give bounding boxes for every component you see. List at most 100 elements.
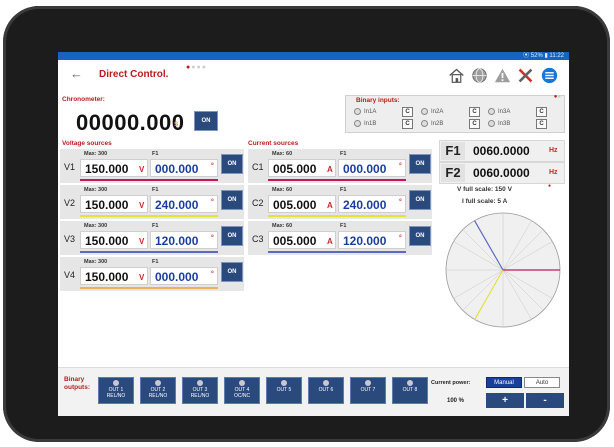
frequency-value: 0060.0000 [473, 166, 530, 180]
binary-input-name: In1B [364, 120, 377, 127]
binary-inputs-panel: Binary inputs: ●● In1A C In2A C In3A C In1B C In… [345, 94, 565, 133]
source-on-button[interactable]: ON [409, 226, 431, 246]
amplitude-field[interactable]: 150.000 V [80, 267, 148, 285]
phase-field[interactable]: 240.000 ° [338, 195, 406, 213]
power-increase-button[interactable]: + [486, 393, 524, 408]
binary-input-mode-toggle[interactable]: C [469, 107, 480, 117]
binary-output-button-2[interactable]: OUT 2 REL/NO [140, 377, 176, 404]
phase-degree-unit: ° [211, 199, 214, 206]
phase-degree-unit: ° [399, 235, 402, 242]
frequency-box-f1[interactable]: F1 0060.0000 Hz [439, 140, 565, 162]
radio-indicator-icon [421, 120, 428, 127]
binary-inputs-indicator: ●● [553, 94, 561, 100]
source-row-v4: V4 Max: 300 F1 150.000 V 000.000 ° ON [60, 257, 244, 291]
output-name: OUT 5 [276, 387, 292, 393]
binary-input-mode-toggle[interactable]: C [402, 107, 413, 117]
binary-input-5: In3B [488, 120, 510, 127]
manual-mode-button[interactable]: Manual [486, 377, 522, 388]
frequency-box-f2[interactable]: F2 0060.0000 Hz [439, 162, 565, 184]
binary-input-mode-toggle[interactable]: C [536, 107, 547, 117]
tools-icon[interactable] [517, 67, 534, 84]
binary-output-button-6[interactable]: OUT 6 [308, 377, 344, 404]
binary-output-button-1[interactable]: OUT 1 REL/NO [98, 377, 134, 404]
radio-indicator-icon [488, 120, 495, 127]
back-arrow-icon[interactable]: ← [70, 66, 83, 81]
phasor-diagram [445, 212, 561, 328]
phase-color-bar [80, 179, 218, 181]
chronometer-value: 00000.000 [76, 110, 185, 135]
binary-input-0: In1A [354, 108, 376, 115]
app-bar: ← Direct Control. ●●●● [58, 60, 569, 90]
amplitude-unit: A [327, 201, 333, 210]
binary-input-name: In2B [431, 120, 444, 127]
source-on-button[interactable]: ON [409, 190, 431, 210]
output-type: REL/NO [190, 393, 210, 399]
max-label: Max: 60 [272, 223, 293, 229]
bottom-control-bar: Binary outputs: OUT 1 REL/NO OUT 2 REL/NO OU… [58, 367, 569, 416]
output-type: REL/NO [106, 393, 126, 399]
binary-output-button-8[interactable]: OUT 8 [392, 377, 428, 404]
output-lamp-icon [197, 380, 203, 386]
frequency-unit: Hz [549, 169, 558, 176]
home-icon[interactable] [448, 67, 465, 84]
amplitude-value: 150.000 [85, 234, 129, 248]
status-bar: ⦿ 52% ▮ 11:22 [58, 52, 569, 60]
output-lamp-icon [113, 380, 119, 386]
globe-icon[interactable] [471, 67, 488, 84]
chronometer-label: Chronometer: [62, 96, 105, 103]
source-on-button[interactable]: ON [221, 190, 243, 210]
amplitude-unit: V [139, 237, 145, 246]
power-decrease-button[interactable]: - [526, 393, 564, 408]
source-on-button[interactable]: ON [221, 154, 243, 174]
binary-output-button-4[interactable]: OUT 4 OC/NC [224, 377, 260, 404]
page-indicator: ●●●● [186, 64, 207, 71]
phase-color-bar [80, 215, 218, 217]
binary-input-mode-toggle[interactable]: C [536, 119, 547, 129]
phase-field[interactable]: 120.000 ° [338, 231, 406, 249]
phase-value: 240.000 [343, 198, 387, 212]
source-on-button[interactable]: ON [221, 262, 243, 282]
warning-icon[interactable] [494, 67, 511, 84]
output-type: OC/NC [233, 393, 251, 399]
binary-output-button-7[interactable]: OUT 7 [350, 377, 386, 404]
amplitude-field[interactable]: 150.000 V [80, 159, 148, 177]
phase-field[interactable]: 240.000 ° [150, 195, 218, 213]
amplitude-field[interactable]: 005.000 A [268, 231, 336, 249]
phase-color-bar [268, 251, 406, 253]
amplitude-field[interactable]: 150.000 V [80, 195, 148, 213]
page-title: Direct Control. [99, 69, 169, 80]
amplitude-field[interactable]: 005.000 A [268, 195, 336, 213]
output-lamp-icon [407, 380, 413, 386]
phase-field[interactable]: 120.000 ° [150, 231, 218, 249]
power-percent: 100 % [447, 398, 465, 404]
phase-field[interactable]: 000.000 ° [338, 159, 406, 177]
phase-label: F1 [152, 151, 159, 157]
phase-field[interactable]: 000.000 ° [150, 267, 218, 285]
binary-output-button-5[interactable]: OUT 5 [266, 377, 302, 404]
amplitude-field[interactable]: 150.000 V [80, 231, 148, 249]
source-row-v3: V3 Max: 300 F1 150.000 V 120.000 ° ON [60, 221, 244, 255]
binary-output-button-3[interactable]: OUT 3 REL/NO [182, 377, 218, 404]
source-name: C3 [252, 234, 264, 244]
source-name: V3 [64, 234, 76, 244]
auto-mode-button[interactable]: Auto [524, 377, 560, 388]
binary-input-mode-toggle[interactable]: C [402, 119, 413, 129]
amplitude-value: 005.000 [273, 162, 317, 176]
amplitude-value: 005.000 [273, 198, 317, 212]
amplitude-value: 150.000 [85, 198, 129, 212]
source-name: V1 [64, 162, 76, 172]
phase-value: 000.000 [343, 162, 387, 176]
source-name: C1 [252, 162, 264, 172]
phase-field[interactable]: 000.000 ° [150, 159, 218, 177]
frequency-name: F1 [441, 142, 465, 160]
binary-input-3: In1B [354, 120, 376, 127]
source-on-button[interactable]: ON [409, 154, 431, 174]
amplitude-field[interactable]: 005.000 A [268, 159, 336, 177]
chronometer-on-button[interactable]: ON [194, 111, 218, 131]
amplitude-unit: A [327, 237, 333, 246]
menu-list-icon[interactable] [541, 67, 558, 84]
source-on-button[interactable]: ON [221, 226, 243, 246]
binary-input-mode-toggle[interactable]: C [469, 119, 480, 129]
output-lamp-icon [239, 380, 245, 386]
phase-value: 120.000 [343, 234, 387, 248]
